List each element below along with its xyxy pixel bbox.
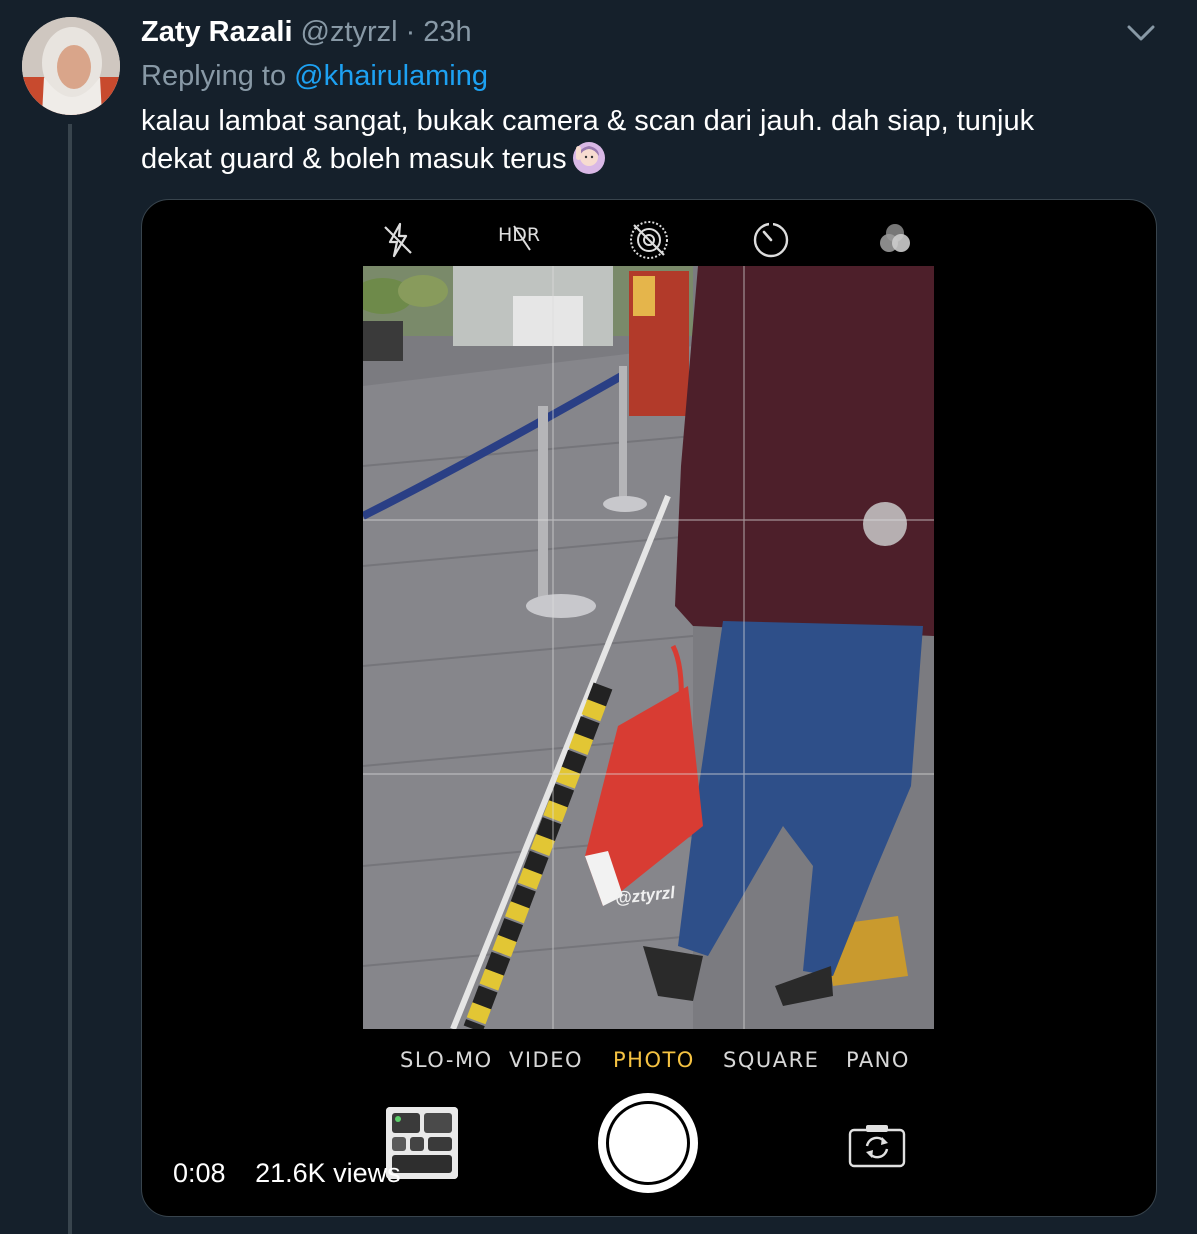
replying-to-mention[interactable]: @khairulaming (294, 60, 488, 92)
tweet-text-line-2: dekat guard & boleh masuk terus (141, 143, 567, 175)
person-raising-hand-emoji (572, 142, 605, 174)
camera-mode-selector: SLO-MO VIDEO PHOTO SQUARE PANO (142, 1048, 1156, 1078)
mode-pano: PANO (846, 1048, 910, 1072)
replying-to-line: Replying to @khairulaming (141, 60, 488, 93)
switch-camera-icon (848, 1125, 906, 1168)
tweet-timestamp[interactable]: 23h (423, 16, 471, 49)
timer-icon (753, 222, 789, 258)
mode-photo: PHOTO (613, 1048, 695, 1072)
mode-video: VIDEO (509, 1048, 584, 1072)
shutter-button (598, 1093, 698, 1193)
mode-slo-mo: SLO-MO (400, 1048, 493, 1072)
video-frame-scene (363, 266, 934, 1029)
avatar-image (22, 17, 120, 115)
tweet-text-line-1: kalau lambat sangat, bukak camera & scan… (141, 105, 1035, 137)
flash-off-icon (384, 222, 412, 258)
camera-top-toolbar: HDR (142, 218, 1156, 268)
chevron-down-icon[interactable] (1124, 18, 1158, 48)
video-player[interactable]: HDR (141, 199, 1157, 1217)
thread-connector-line (68, 124, 72, 1234)
hdr-off-icon: HDR (498, 224, 548, 268)
mode-square: SQUARE (723, 1048, 820, 1072)
replying-to-label: Replying to (141, 60, 287, 92)
video-view-count: 21.6K views (255, 1158, 401, 1188)
filters-icon (880, 224, 910, 252)
hdr-slash-icon (513, 225, 531, 251)
avatar[interactable] (22, 17, 120, 115)
user-handle[interactable]: @ztyrzl (301, 16, 398, 49)
live-photo-off-icon (630, 221, 668, 259)
video-duration: 0:08 (173, 1158, 226, 1188)
tweet-text: kalau lambat sangat, bukak camera & scan… (141, 102, 1141, 178)
shutter-inner-ring (606, 1101, 690, 1185)
camera-viewfinder: @ztyrzl (363, 266, 934, 1029)
separator-dot: · (405, 16, 416, 48)
tweet-header: Zaty Razali @ztyrzl · 23h (141, 16, 472, 56)
tweet-text-line-2-wrap: dekat guard & boleh masuk terus (141, 140, 1141, 178)
video-meta: 0:08 21.6K views (173, 1158, 423, 1189)
display-name[interactable]: Zaty Razali (141, 16, 293, 49)
